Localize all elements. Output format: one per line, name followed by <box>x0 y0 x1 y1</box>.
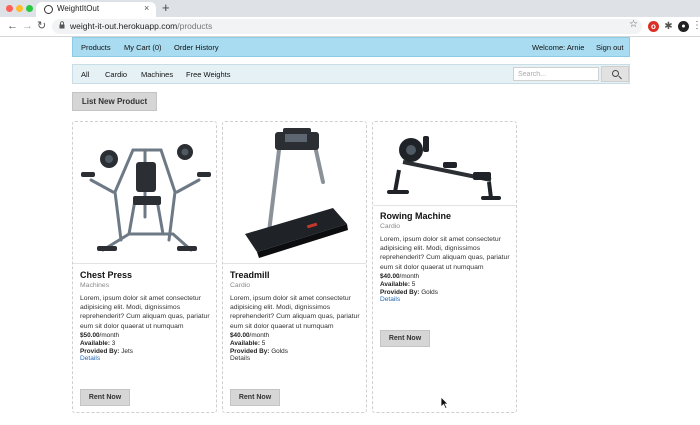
product-category: Cardio <box>380 223 401 230</box>
close-window-button[interactable] <box>6 5 13 12</box>
provided-by-label: Provided By: <box>80 347 120 355</box>
main-navbar: Products My Cart (0) Order History Welco… <box>72 37 630 57</box>
product-provider: Provided By: Golds <box>230 348 360 355</box>
price-period: /month <box>99 331 120 339</box>
star-icon[interactable]: ☆ <box>629 19 638 30</box>
nav-my-cart[interactable]: My Cart (0) <box>124 43 162 52</box>
maximize-window-button[interactable] <box>26 5 33 12</box>
product-info: Rowing Machine Cardio Lorem, ipsum dolor… <box>380 211 510 303</box>
available-value: 5 <box>411 280 416 288</box>
provided-by-label: Provided By: <box>230 347 270 355</box>
rent-now-button[interactable]: Rent Now <box>230 389 280 406</box>
product-available: Available: 3 <box>80 340 210 347</box>
provider-value: Golds <box>271 347 288 355</box>
product-card: Rowing Machine Cardio Lorem, ipsum dolor… <box>372 121 517 413</box>
extensions-puzzle-icon[interactable]: ✱ <box>663 21 674 32</box>
url-text: weight-it-out.herokuapp.com/products <box>70 21 212 31</box>
price-period: /month <box>249 331 270 339</box>
browser-toolbar: ← → ↻ weight-it-out.herokuapp.com/produc… <box>0 17 700 37</box>
product-card: Chest Press Machines Lorem, ipsum dolor … <box>72 121 217 413</box>
product-price: $40.00/month <box>380 273 510 280</box>
product-image-treadmill[interactable] <box>223 122 366 264</box>
available-label: Available: <box>230 339 260 347</box>
product-available: Available: 5 <box>230 340 360 347</box>
product-name: Rowing Machine <box>380 211 452 221</box>
url-path: /products <box>177 21 213 31</box>
list-new-product-button[interactable]: List New Product <box>72 92 157 111</box>
search-icon <box>612 70 619 77</box>
product-image-chest-press[interactable] <box>73 122 216 264</box>
provider-value: Jets <box>121 347 133 355</box>
nav-order-history[interactable]: Order History <box>174 43 219 52</box>
product-price: $50.00/month <box>80 332 210 339</box>
forward-icon[interactable]: → <box>22 20 33 33</box>
reload-icon[interactable]: ↻ <box>37 20 46 33</box>
provided-by-label: Provided By: <box>380 288 420 296</box>
category-machines[interactable]: Machines <box>141 70 173 79</box>
cursor-icon <box>440 396 449 409</box>
product-description: Lorem, ipsum dolor sit amet consectetur … <box>80 295 210 330</box>
tab-title: WeightItOut <box>57 4 100 13</box>
opera-extension-icon[interactable]: o <box>648 21 659 32</box>
rent-now-button[interactable]: Rent Now <box>80 389 130 406</box>
available-value: 5 <box>261 339 266 347</box>
product-provider: Provided By: Golds <box>380 289 510 296</box>
category-cardio[interactable]: Cardio <box>105 70 127 79</box>
browser-tab-bar: WeightItOut × + <box>0 0 700 17</box>
price-value: $40.00 <box>380 272 400 280</box>
category-filter-bar: All Cardio Machines Free Weights <box>72 64 630 84</box>
url-host: weight-it-out.herokuapp.com <box>70 21 178 31</box>
welcome-text: Welcome: Arnie <box>532 43 585 52</box>
price-value: $40.00 <box>230 331 250 339</box>
details-link[interactable]: Details <box>80 355 210 362</box>
search-button[interactable] <box>601 66 629 82</box>
rent-now-button[interactable]: Rent Now <box>380 330 430 347</box>
profile-avatar-icon[interactable]: ● <box>678 21 689 32</box>
product-card: Treadmill Cardio Lorem, ipsum dolor sit … <box>222 121 367 413</box>
price-period: /month <box>399 272 420 280</box>
category-free-weights[interactable]: Free Weights <box>186 70 230 79</box>
product-provider: Provided By: Jets <box>80 348 210 355</box>
product-description: Lorem, ipsum dolor sit amet consectetur … <box>230 295 360 330</box>
category-all[interactable]: All <box>81 70 89 79</box>
details-link[interactable]: Details <box>230 355 360 362</box>
details-link[interactable]: Details <box>380 296 510 303</box>
product-name: Chest Press <box>80 270 133 280</box>
new-tab-button[interactable]: + <box>162 0 170 15</box>
back-icon[interactable]: ← <box>7 20 18 33</box>
product-info: Treadmill Cardio Lorem, ipsum dolor sit … <box>230 270 360 362</box>
tab-close-icon[interactable]: × <box>144 3 149 13</box>
available-label: Available: <box>380 280 410 288</box>
product-price: $40.00/month <box>230 332 360 339</box>
product-description: Lorem, ipsum dolor sit amet consectetur … <box>380 236 510 271</box>
search-input[interactable] <box>513 67 599 81</box>
product-image-rowing-machine[interactable] <box>373 122 516 206</box>
product-info: Chest Press Machines Lorem, ipsum dolor … <box>80 270 210 362</box>
nav-sign-out[interactable]: Sign out <box>596 43 624 52</box>
minimize-window-button[interactable] <box>16 5 23 12</box>
price-value: $50.00 <box>80 331 100 339</box>
browser-tab[interactable]: WeightItOut × <box>36 2 156 17</box>
globe-icon <box>44 5 53 14</box>
browser-menu-icon[interactable]: ⋮ <box>692 20 700 31</box>
nav-products[interactable]: Products <box>81 43 111 52</box>
product-available: Available: 5 <box>380 281 510 288</box>
available-value: 3 <box>111 339 116 347</box>
product-category: Machines <box>80 282 110 289</box>
product-name: Treadmill <box>230 270 270 280</box>
lock-icon <box>59 21 65 31</box>
provider-value: Golds <box>421 288 438 296</box>
address-bar[interactable]: weight-it-out.herokuapp.com/products ☆ <box>52 19 642 34</box>
available-label: Available: <box>80 339 110 347</box>
product-category: Cardio <box>230 282 251 289</box>
